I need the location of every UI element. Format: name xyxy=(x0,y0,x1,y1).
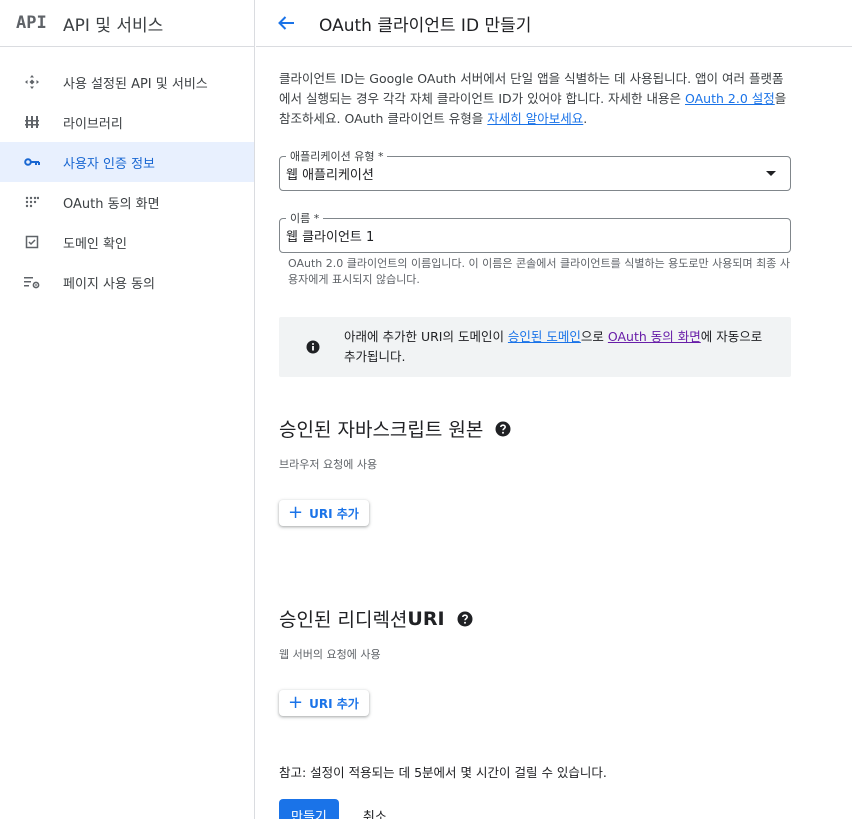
plus-icon: + xyxy=(288,692,304,713)
page-header: OAuth 클라이언트 ID 만들기 xyxy=(256,0,852,47)
sidebar-nav: 사용 설정된 API 및 서비스 라이브러리 사용자 인증 정보 OAuth 동… xyxy=(0,47,254,302)
sidebar-title: API 및 서비스 xyxy=(63,15,164,36)
name-label: 이름 * xyxy=(286,210,324,226)
authorized-domains-link[interactable]: 승인된 도메인 xyxy=(508,329,581,344)
form-actions: 만들기 취소 xyxy=(279,799,791,819)
help-icon[interactable] xyxy=(457,611,473,627)
main-content: 클라이언트 ID는 Google OAuth 서버에서 단일 앱을 식별하는 데… xyxy=(279,47,791,819)
cancel-button[interactable]: 취소 xyxy=(363,806,387,819)
sidebar: API API 및 서비스 사용 설정된 API 및 서비스 라이브러리 사용자… xyxy=(0,0,255,819)
name-value: 웹 클라이언트 1 xyxy=(286,230,375,245)
library-icon xyxy=(22,112,42,132)
sidebar-item-domain-verification[interactable]: 도메인 확인 xyxy=(0,222,254,262)
intro-text-part: . xyxy=(583,111,588,126)
intro-text: 클라이언트 ID는 Google OAuth 서버에서 단일 앱을 식별하는 데… xyxy=(279,69,791,129)
checkbox-icon xyxy=(22,232,42,252)
propagation-note: 참고: 설정이 적용되는 데 5분에서 몇 시간이 걸릴 수 있습니다. xyxy=(279,765,607,780)
sidebar-item-label: 페이지 사용 동의 xyxy=(63,276,155,292)
api-logo: API xyxy=(16,13,47,33)
oauth-setup-link[interactable]: OAuth 2.0 설정 xyxy=(685,91,775,106)
redirect-uris-title: 승인된 리디렉션 URI xyxy=(279,605,791,632)
sidebar-item-oauth-consent[interactable]: OAuth 동의 화면 xyxy=(0,182,254,222)
sidebar-item-label: 사용자 인증 정보 xyxy=(63,156,155,172)
sidebar-item-credentials[interactable]: 사용자 인증 정보 xyxy=(0,142,254,182)
redirect-uris-subtitle: 웹 서버의 요청에 사용 xyxy=(279,648,381,661)
js-origins-title-text: 승인된 자바스크립트 원본 xyxy=(279,419,484,441)
info-text-part: 으로 xyxy=(580,329,608,344)
sidebar-item-label: 도메인 확인 xyxy=(63,236,127,252)
dropdown-arrow-icon xyxy=(766,171,776,176)
sidebar-item-enabled-apis[interactable]: 사용 설정된 API 및 서비스 xyxy=(0,62,254,102)
create-button[interactable]: 만들기 xyxy=(279,799,339,819)
application-type-value: 웹 애플리케이션 xyxy=(286,168,374,183)
redirect-uris-title-bold: URI xyxy=(407,607,445,630)
info-icon xyxy=(306,340,320,354)
js-origins-subtitle: 브라우저 요청에 사용 xyxy=(279,458,378,471)
sidebar-item-library[interactable]: 라이브러리 xyxy=(0,102,254,142)
sidebar-item-label: OAuth 동의 화면 xyxy=(63,196,160,212)
dots-icon xyxy=(22,192,42,212)
sidebar-header: API API 및 서비스 xyxy=(0,0,254,47)
info-box: 아래에 추가한 URI의 도메인이 승인된 도메인으로 OAuth 동의 화면에… xyxy=(279,317,791,377)
learn-more-link[interactable]: 자세히 알아보세요 xyxy=(487,111,583,126)
application-type-select[interactable]: 애플리케이션 유형 * 웹 애플리케이션 xyxy=(279,148,791,191)
name-field[interactable]: 이름 * 웹 클라이언트 1 xyxy=(279,210,791,253)
sidebar-item-label: 라이브러리 xyxy=(63,116,123,132)
sidebar-item-label: 사용 설정된 API 및 서비스 xyxy=(63,76,208,92)
info-text: 아래에 추가한 URI의 도메인이 승인된 도메인으로 OAuth 동의 화면에… xyxy=(344,327,774,367)
help-icon[interactable] xyxy=(495,421,511,437)
key-icon xyxy=(22,152,42,172)
diamond-icon xyxy=(22,72,42,92)
name-hint: OAuth 2.0 클라이언트의 이름입니다. 이 이름은 콘솔에서 클라이언트… xyxy=(288,257,790,286)
oauth-consent-screen-link[interactable]: OAuth 동의 화면 xyxy=(608,329,701,344)
js-origins-title: 승인된 자바스크립트 원본 xyxy=(279,415,791,442)
add-js-origin-uri-button[interactable]: + URI 추가 xyxy=(279,500,369,526)
settings-list-icon xyxy=(22,272,42,292)
application-type-label: 애플리케이션 유형 * xyxy=(286,148,388,164)
add-redirect-uri-button[interactable]: + URI 추가 xyxy=(279,690,369,716)
page-title: OAuth 클라이언트 ID 만들기 xyxy=(319,15,532,36)
info-text-part: 아래에 추가한 URI의 도메인이 xyxy=(344,329,508,344)
plus-icon: + xyxy=(288,502,304,523)
add-uri-label: URI 추가 xyxy=(309,696,359,711)
back-arrow-icon[interactable] xyxy=(274,11,298,35)
add-uri-label: URI 추가 xyxy=(309,506,359,521)
sidebar-item-page-usage-agreements[interactable]: 페이지 사용 동의 xyxy=(0,262,254,302)
redirect-uris-title-text: 승인된 리디렉션 xyxy=(279,609,408,631)
